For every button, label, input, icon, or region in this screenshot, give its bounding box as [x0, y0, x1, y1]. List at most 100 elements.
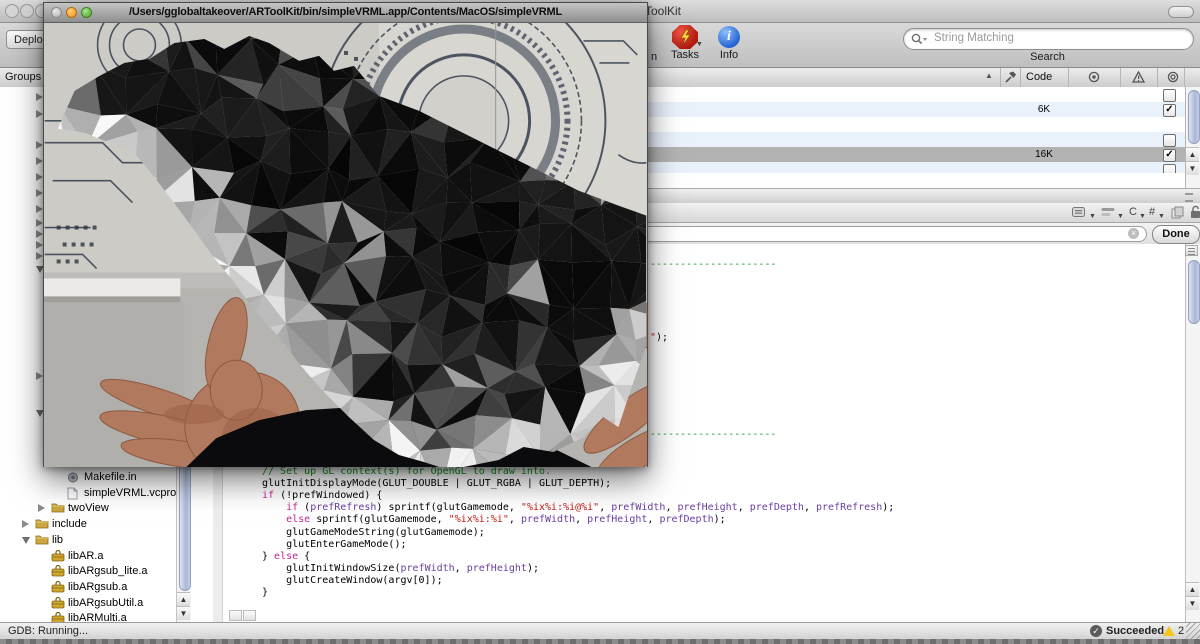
warning-count[interactable]: 2	[1178, 625, 1184, 637]
info-label: Info	[715, 49, 743, 61]
code-line: if (!prefWindowed) {	[262, 490, 382, 502]
disclosure-right-icon[interactable]	[36, 219, 43, 227]
include-checkbox[interactable]	[1163, 134, 1176, 147]
sidebar-scrollbar-thumb[interactable]	[179, 459, 191, 591]
include-checkbox[interactable]	[1163, 89, 1176, 102]
code-line: glutInitDisplayMode(GLUT_DOUBLE | GLUT_R…	[262, 478, 611, 490]
code-column-header[interactable]: Code	[1026, 71, 1052, 83]
tasks-button[interactable]: ▼ Tasks	[668, 25, 702, 61]
lock-icon[interactable]	[1190, 205, 1200, 219]
search-caption: Search	[903, 51, 1192, 63]
table-scrollbar[interactable]: ▲ ▼	[1185, 87, 1200, 188]
clear-field-icon[interactable]: ×	[1128, 228, 1139, 239]
resize-grip[interactable]	[1186, 622, 1200, 639]
code-line: else sprintf(glutGamemode, "%ix%i:%i", p…	[262, 514, 726, 526]
disclosure-right-icon[interactable]	[36, 141, 43, 149]
gear-icon	[67, 471, 79, 487]
class-menu-icon[interactable]: C	[1129, 206, 1137, 218]
done-button[interactable]: Done	[1152, 225, 1200, 244]
tree-item-label: lib	[52, 534, 63, 546]
disclosure-right-icon[interactable]	[36, 205, 43, 213]
tree-item-label: libAR.a	[68, 550, 103, 562]
deployment-popup[interactable]: Deplo	[6, 30, 44, 49]
code-line: glutEnterGameMode();	[262, 539, 407, 551]
warning-column-icon[interactable]	[1132, 71, 1145, 83]
disclosure-right-icon[interactable]	[36, 189, 43, 197]
search-input[interactable]: String Matching	[903, 28, 1194, 50]
table-scroll-up-icon[interactable]: ▲	[1186, 147, 1199, 161]
disclosure-down-icon[interactable]	[22, 537, 30, 544]
editor-split-widget[interactable]	[1185, 245, 1198, 256]
disclosure-right-icon[interactable]	[22, 520, 29, 528]
warning-icon[interactable]	[1163, 626, 1175, 636]
code-line: glutInitWindowSize(prefWidth, prefHeight…	[262, 563, 539, 575]
column-separator	[1120, 68, 1121, 87]
disclosure-right-icon[interactable]	[36, 230, 43, 238]
tree-item-label: libARgsubUtil.a	[68, 597, 143, 609]
caret-icon: ▼	[1139, 213, 1146, 220]
disclosure-right-icon[interactable]	[36, 372, 43, 380]
deployment-popup-clip: Deplo	[6, 30, 44, 50]
editor-scrollbar[interactable]: ▲ ▼	[1185, 244, 1200, 622]
status-column-icon[interactable]	[1167, 71, 1179, 83]
editor-scrollbar-thumb[interactable]	[1188, 260, 1200, 324]
counterpart-icon[interactable]	[1171, 206, 1184, 219]
build-hammer-icon[interactable]	[1004, 71, 1017, 84]
hscroll-corner-box[interactable]	[243, 610, 256, 621]
code-size-value: 16K	[1020, 149, 1068, 160]
code-line: ---------------------	[650, 429, 776, 441]
lib-icon	[51, 581, 65, 596]
include-checkbox[interactable]: ✓	[1163, 149, 1176, 162]
sort-indicator-icon[interactable]: ▲	[985, 71, 993, 80]
code-size-value: 6K	[1020, 104, 1068, 115]
disclosure-right-icon[interactable]	[36, 173, 43, 181]
breakpoints-menu-icon[interactable]	[1101, 207, 1116, 218]
toolbar-toggle-capsule[interactable]	[1168, 6, 1194, 18]
shelf-ledge	[44, 278, 180, 298]
disclosure-right-icon[interactable]	[36, 110, 43, 118]
lib-icon	[51, 597, 65, 612]
sidebar-scroll-up-icon[interactable]: ▲	[177, 592, 190, 606]
ar-app-window[interactable]: /Users/gglobaltakeover/ARToolKit/bin/sim…	[43, 2, 648, 467]
caret-icon: ▼	[1117, 213, 1124, 220]
build-result-text: Succeeded	[1106, 625, 1164, 637]
disclosure-right-icon[interactable]	[36, 241, 43, 249]
target-column-icon[interactable]	[1088, 71, 1100, 83]
xcode-window-title: ToolKit	[645, 4, 681, 18]
gdb-status-text: GDB: Running...	[8, 625, 88, 637]
disclosure-right-icon[interactable]	[36, 252, 43, 260]
minimize-button[interactable]	[20, 4, 34, 18]
bookmarks-menu-icon[interactable]	[1072, 207, 1088, 218]
window-bottom-edge	[0, 639, 1200, 644]
lib-icon	[51, 565, 65, 580]
ar-titlebar[interactable]: /Users/gglobaltakeover/ARToolKit/bin/sim…	[44, 3, 647, 23]
lib-icon	[51, 612, 65, 622]
code-line: if (prefRefresh) sprintf(glutGamemode, "…	[262, 502, 894, 514]
column-separator	[1157, 68, 1158, 87]
info-button[interactable]: i Info	[715, 25, 743, 61]
succeeded-icon: ✓	[1090, 625, 1102, 637]
editor-scroll-down-icon[interactable]: ▼	[1186, 596, 1199, 610]
tree-item-label: twoView	[68, 502, 109, 514]
table-scroll-down-icon[interactable]: ▼	[1186, 161, 1199, 175]
tree-item-label: libARgsub_lite.a	[68, 565, 148, 577]
lib-icon	[51, 550, 65, 565]
table-scrollbar-thumb[interactable]	[1188, 90, 1200, 144]
ar-camera-view	[44, 23, 647, 467]
folder-icon	[51, 502, 65, 516]
symbols-menu-icon[interactable]: #	[1149, 206, 1155, 218]
include-checkbox[interactable]: ✓	[1163, 104, 1176, 117]
tasks-label: Tasks	[668, 49, 702, 61]
disclosure-right-icon[interactable]	[36, 93, 43, 101]
hscroll-corner-box[interactable]	[229, 610, 242, 621]
status-bar: GDB: Running... ✓ Succeeded 2	[0, 622, 1200, 640]
disclosure-right-icon[interactable]	[36, 157, 43, 165]
sidebar-scroll-down-icon[interactable]: ▼	[177, 606, 190, 620]
hidden-toolbar-label-tail: n	[651, 51, 657, 63]
code-line: // Set up GL context(s) for OpenGL to dr…	[262, 466, 551, 478]
close-button[interactable]	[5, 4, 19, 18]
disclosure-right-icon[interactable]	[38, 504, 45, 512]
caret-icon: ▼	[1089, 213, 1096, 220]
editor-scroll-up-icon[interactable]: ▲	[1186, 582, 1199, 596]
code-line: }	[262, 587, 268, 599]
